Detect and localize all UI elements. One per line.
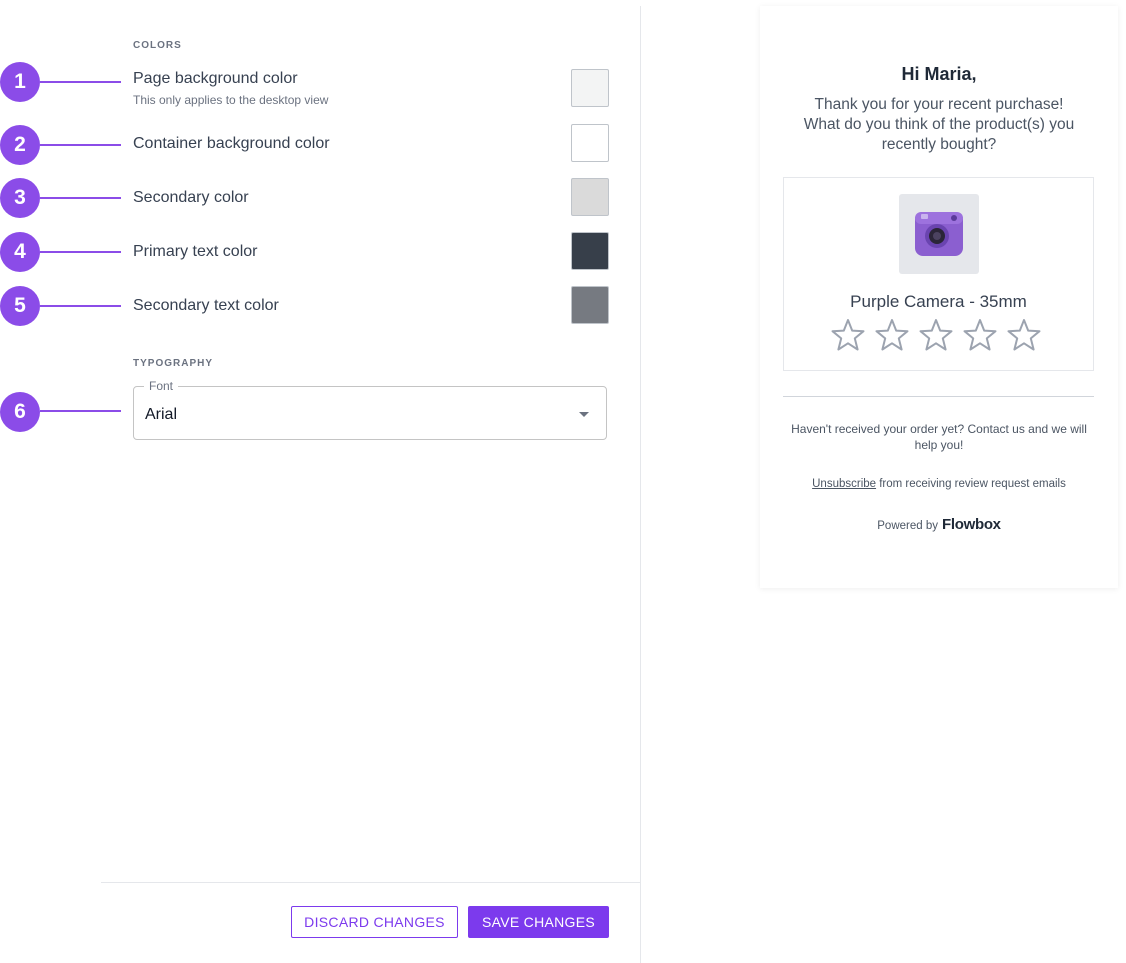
rating-star-icon[interactable]: [874, 317, 910, 353]
marker-connector: [40, 81, 121, 83]
product-image: [899, 194, 979, 274]
save-changes-button[interactable]: SAVE CHANGES: [468, 906, 609, 938]
step-marker-5: 5: [0, 286, 40, 326]
typography-section-title: TYPOGRAPHY: [133, 358, 214, 369]
font-select[interactable]: Font Arial: [133, 379, 607, 440]
rating-star-icon[interactable]: [830, 317, 866, 353]
rating-star-icon[interactable]: [962, 317, 998, 353]
unsubscribe-text: from receiving review request emails: [876, 478, 1066, 490]
marker-connector: [40, 144, 121, 146]
secondary-text-color-swatch[interactable]: [571, 286, 609, 324]
container-background-color-label: Container background color: [133, 135, 330, 152]
font-select-label: Font: [144, 379, 179, 393]
preview-intro: Thank you for your recent purchase! What…: [803, 96, 1075, 153]
marker-connector: [40, 197, 121, 199]
footer-divider: [101, 882, 640, 883]
flowbox-logo: Flowbox: [942, 516, 1001, 533]
product-name: Purple Camera - 35mm: [850, 292, 1027, 311]
step-marker-2: 2: [0, 125, 40, 165]
camera-icon: [915, 212, 963, 256]
secondary-text-color-label: Secondary text color: [133, 297, 279, 314]
step-marker-6: 6: [0, 392, 40, 432]
colors-section-title: COLORS: [133, 40, 182, 51]
step-marker-4: 4: [0, 232, 40, 272]
preview-greeting: Hi Maria,: [901, 64, 977, 84]
marker-connector: [40, 305, 121, 307]
product-card: Purple Camera - 35mm: [783, 177, 1094, 371]
powered-by-label: Powered by: [877, 520, 938, 532]
page-background-color-label: Page background color: [133, 70, 298, 87]
rating-star-icon[interactable]: [1006, 317, 1042, 353]
panel-divider: [640, 6, 641, 963]
page-background-color-swatch[interactable]: [571, 69, 609, 107]
marker-connector: [40, 251, 121, 253]
page-background-color-help: This only applies to the desktop view: [133, 93, 329, 107]
rating-stars[interactable]: [830, 317, 1042, 353]
step-marker-3: 3: [0, 178, 40, 218]
font-select-value: Arial: [145, 406, 178, 423]
powered-by: Powered by Flowbox: [760, 516, 1118, 533]
step-marker-1: 1: [0, 62, 40, 102]
secondary-color-label: Secondary color: [133, 189, 249, 206]
container-background-color-swatch[interactable]: [571, 124, 609, 162]
marker-connector: [40, 410, 121, 412]
discard-changes-button[interactable]: DISCARD CHANGES: [291, 906, 458, 938]
dropdown-caret-icon: [579, 412, 589, 417]
unsubscribe-link[interactable]: Unsubscribe: [812, 478, 876, 490]
preview-divider: [783, 396, 1094, 397]
secondary-color-swatch[interactable]: [571, 178, 609, 216]
primary-text-color-swatch[interactable]: [571, 232, 609, 270]
primary-text-color-label: Primary text color: [133, 243, 258, 260]
email-preview: Hi Maria, Thank you for your recent purc…: [760, 6, 1118, 588]
order-notice: Haven't received your order yet? Contact…: [791, 422, 1087, 452]
unsubscribe-line: Unsubscribe from receiving review reques…: [760, 478, 1118, 490]
rating-star-icon[interactable]: [918, 317, 954, 353]
